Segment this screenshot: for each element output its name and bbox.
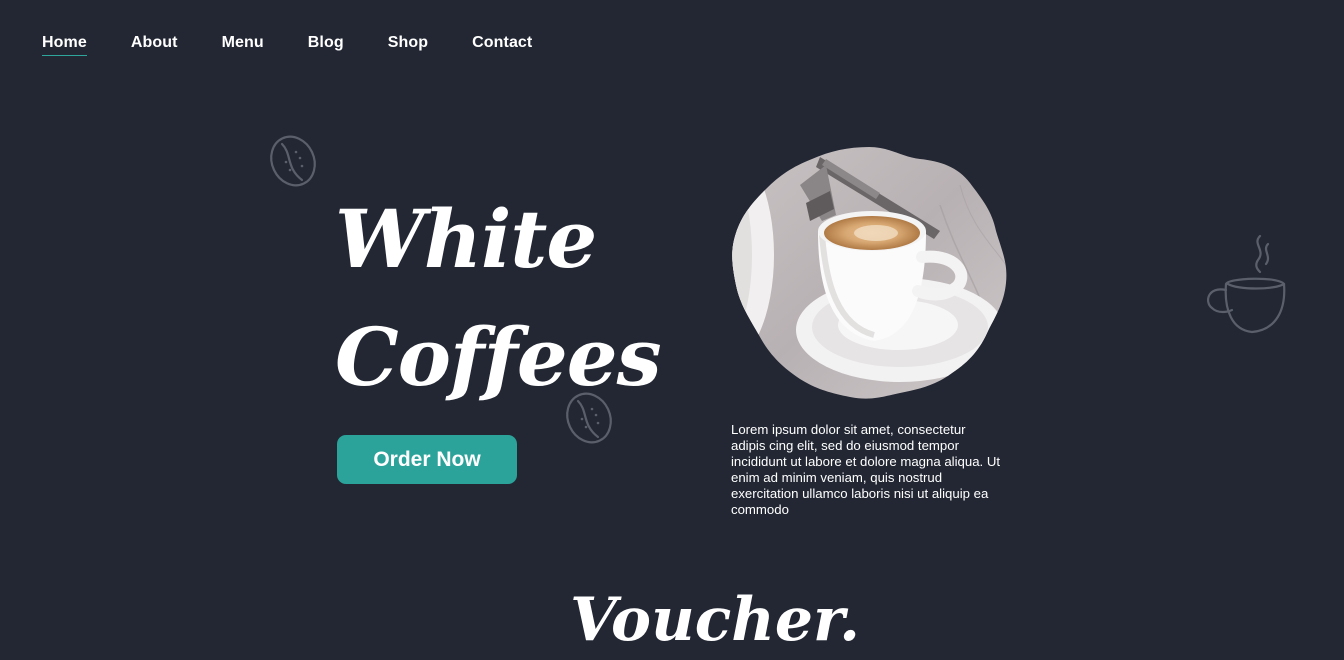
coffee-bean-icon bbox=[270, 135, 316, 187]
nav-home-link[interactable]: Home bbox=[42, 34, 87, 56]
nav-about-link[interactable]: About bbox=[131, 34, 178, 54]
hero-description: Lorem ipsum dolor sit amet, consectetur … bbox=[731, 422, 1001, 517]
nav-contact-link[interactable]: Contact bbox=[472, 34, 532, 54]
coffee-cup-image bbox=[732, 147, 1007, 399]
hero-title-line1: White bbox=[335, 192, 597, 286]
nav-blog-link[interactable]: Blog bbox=[308, 34, 344, 54]
main-nav: Home About Menu Blog Shop Contact bbox=[42, 30, 576, 58]
nav-menu-link[interactable]: Menu bbox=[222, 34, 264, 54]
hero-title: White Coffees bbox=[335, 180, 662, 416]
voucher-section-title: Voucher. bbox=[570, 585, 861, 655]
coffee-cup-icon bbox=[1207, 234, 1286, 334]
coffee-bean-icon bbox=[566, 392, 612, 444]
order-now-button[interactable]: Order Now bbox=[337, 435, 517, 484]
nav-shop-link[interactable]: Shop bbox=[388, 34, 428, 54]
